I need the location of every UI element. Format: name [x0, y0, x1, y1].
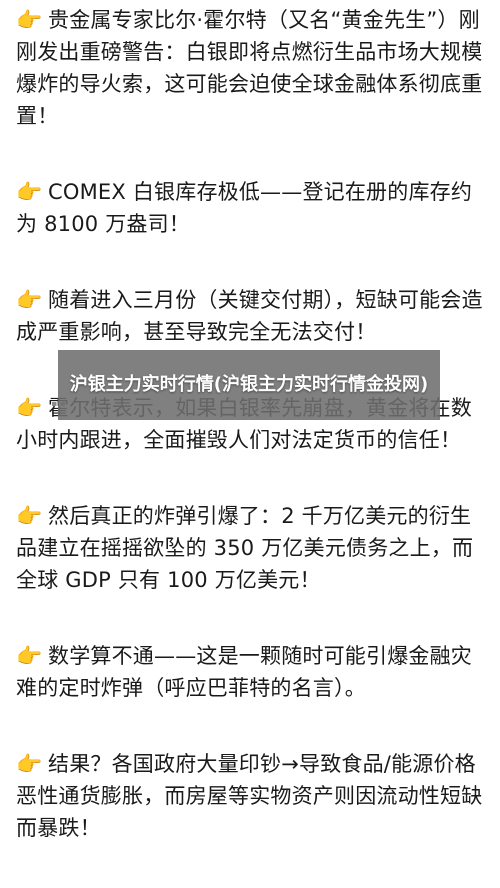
paragraph-text: 随着进入三月份（关键交付期），短缺可能会造成严重影响，甚至导致完全无法交付！	[16, 288, 483, 344]
article-paragraph: 👉 COMEX 白银库存极低——登记在册的库存约为 8100 万盎司！	[16, 176, 484, 240]
article-paragraph: 👉 随着进入三月份（关键交付期），短缺可能会造成严重影响，甚至导致完全无法交付！	[16, 284, 484, 348]
pointing-hand-icon: 👉	[16, 288, 43, 312]
title-overlay-banner[interactable]: 沪银主力实时行情(沪银主力实时行情金投网)	[58, 350, 440, 420]
pointing-hand-icon: 👉	[16, 8, 43, 32]
article-paragraph: 👉 贵金属专家比尔·霍尔特（又名“黄金先生”）刚刚发出重磅警告：白银即将点燃衍生品…	[16, 4, 484, 132]
paragraph-text: 贵金属专家比尔·霍尔特（又名“黄金先生”）刚刚发出重磅警告：白银即将点燃衍生品市…	[16, 8, 483, 128]
paragraph-text: 然后真正的炸弹引爆了：2 千万亿美元的衍生品建立在摇摇欲坠的 350 万亿美元债…	[16, 504, 474, 592]
article-paragraph: 👉 数学算不通——这是一颗随时可能引爆金融灾难的定时炸弹（呼应巴菲特的名言）。	[16, 640, 484, 704]
pointing-hand-icon: 👉	[16, 396, 43, 420]
pointing-hand-icon: 👉	[16, 504, 43, 528]
pointing-hand-icon: 👉	[16, 180, 43, 204]
paragraph-text: COMEX 白银库存极低——登记在册的库存约为 8100 万盎司！	[16, 180, 473, 236]
pointing-hand-icon: 👉	[16, 752, 43, 776]
paragraph-text: 结果？各国政府大量印钞→导致食品/能源价格恶性通货膨胀，而房屋等实物资产则因流动…	[16, 752, 483, 840]
article-paragraph: 👉 结果？各国政府大量印钞→导致食品/能源价格恶性通货膨胀，而房屋等实物资产则因流…	[16, 748, 484, 844]
article-paragraph: 👉 然后真正的炸弹引爆了：2 千万亿美元的衍生品建立在摇摇欲坠的 350 万亿美元…	[16, 500, 484, 596]
overlay-title: 沪银主力实时行情(沪银主力实时行情金投网)	[69, 374, 429, 395]
paragraph-text: 数学算不通——这是一颗随时可能引爆金融灾难的定时炸弹（呼应巴菲特的名言）。	[16, 644, 472, 700]
article-body: 👉 贵金属专家比尔·霍尔特（又名“黄金先生”）刚刚发出重磅警告：白银即将点燃衍生品…	[0, 0, 500, 888]
pointing-hand-icon: 👉	[16, 644, 43, 668]
